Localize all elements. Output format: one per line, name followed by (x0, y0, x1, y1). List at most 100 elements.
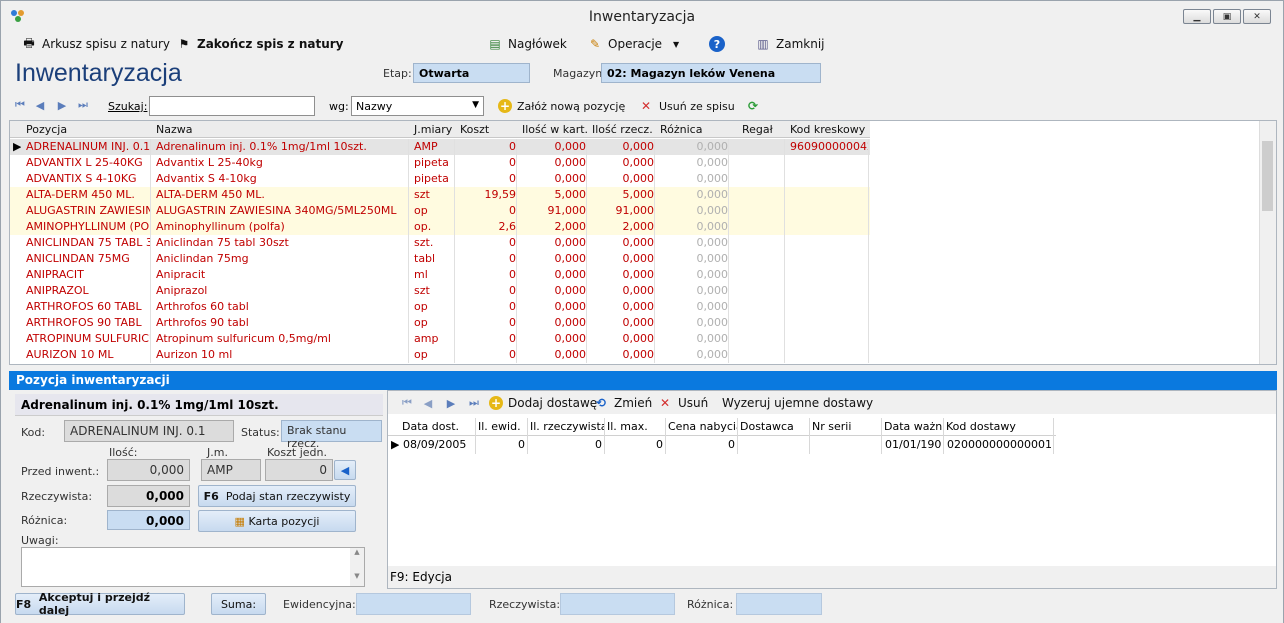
delivery-row[interactable]: ▶08/09/2005 0 0 0 0 01/01/1900 020000000000001 (388, 437, 1056, 453)
col-header-1[interactable]: Nazwa (156, 123, 192, 136)
maximize-button[interactable]: ▣ (1213, 9, 1241, 24)
delete-icon: ✕ (640, 99, 652, 113)
kod-label: Kod: (21, 426, 46, 439)
cell-separator (868, 171, 869, 187)
first-record-button[interactable]: ⏮ (13, 98, 27, 112)
cell-separator (150, 203, 151, 219)
usun-dostawe-button[interactable]: ✕ Usuń (657, 394, 708, 412)
rzecz-field[interactable]: 0,000 (107, 485, 190, 507)
grid-row[interactable]: ANICLINDAN 75 TABL 3 Aniclindan 75 tabl 3… (10, 235, 870, 251)
grid-cell: 0 (509, 332, 516, 345)
d-next-button[interactable]: ▶ (444, 396, 458, 410)
cell-separator (516, 283, 517, 299)
col-header-4[interactable]: Ilość w kart. (522, 123, 588, 136)
suma-button[interactable]: Suma: (211, 593, 266, 615)
cell-separator (408, 203, 409, 219)
cell-separator (586, 331, 587, 347)
col-header-3[interactable]: Koszt (460, 123, 489, 136)
next-icon: ▶ (446, 396, 456, 410)
d-col-header-5[interactable]: Dostawca (740, 420, 809, 433)
d-col-header-0[interactable]: Data dost. (402, 420, 475, 433)
col-header-2[interactable]: J.miary (414, 123, 452, 136)
dodaj-dostawe-button[interactable]: + Dodaj dostawę (489, 394, 597, 412)
koszt-arrow-button[interactable]: ◀ (334, 460, 356, 480)
przed-label: Przed inwent.: (21, 465, 100, 478)
cell-separator (408, 299, 409, 315)
grid-row[interactable]: ANIPRAZOL Aniprazol szt 0 0,000 0,000 0,000 (10, 283, 870, 299)
grid-row[interactable]: ANIPRACIT Anipracit ml 0 0,000 0,000 0,000 (10, 267, 870, 283)
grid-row[interactable]: ATROPINUM SULFURICUM Atropinum sulfuricum… (10, 331, 870, 347)
sort-by-select[interactable]: Nazwy ▼ (351, 96, 484, 116)
grid-row[interactable]: ALTA-DERM 450 ML. ALTA-DERM 450 ML. szt 19,… (10, 187, 870, 203)
cell-separator (516, 171, 517, 187)
grid-row[interactable]: ANICLINDAN 75MG Aniclindan 75mg tabl 0 0,000… (10, 251, 870, 267)
grid-row[interactable]: ARTHROFOS 90 TABL Arthrofos 90 tabl op 0 0,0… (10, 315, 870, 331)
zamknij-button[interactable]: ▥ Zamknij (755, 35, 824, 53)
cell-separator (150, 347, 151, 363)
grid-header: Pozycja Nazwa J.miary Koszt Ilość w kart. Ilo… (10, 121, 870, 138)
grid-row[interactable]: ADVANTIX S 4-10KG Advantix S 4-10kg pipeta… (10, 171, 870, 187)
grid-row[interactable]: AMINOPHYLLINUM (POLG Aminophyllinum (polf… (10, 219, 870, 235)
grid-row[interactable]: ARTHROFOS 60 TABL Arthrofos 60 tabl op 0 0,0… (10, 299, 870, 315)
grid-row[interactable]: ADVANTIX L 25-40KG Advantix L 25-40kg pipe… (10, 155, 870, 171)
cell-separator (516, 315, 517, 331)
close-button[interactable]: ✕ (1243, 9, 1271, 24)
f8-accept-button[interactable]: F8 Akceptuj i przejdź dalej (15, 591, 185, 617)
d-col-header-7[interactable]: Data ważn. (884, 420, 943, 433)
cell-separator (868, 347, 869, 363)
grid-cell: 0 (509, 316, 516, 329)
d-first-button[interactable]: ⏮ (400, 396, 414, 410)
grid-row[interactable]: AURIZON 10 ML Aurizon 10 ml op 0 0,000 0,000 0… (10, 347, 870, 363)
grid-row[interactable]: ▶ ADRENALINUM INJ. 0.1 Adrenalinum inj. 0.… (10, 139, 870, 155)
prev-record-button[interactable]: ◀ (33, 98, 47, 112)
edit-refresh-icon: ⟲ (595, 396, 607, 410)
status-label: Status: (241, 426, 280, 439)
uwagi-scrollbar[interactable]: ▲ ▼ (350, 548, 364, 586)
d-col-header-4[interactable]: Cena nabycia (668, 420, 737, 433)
grid-cell: 0,000 (696, 348, 729, 361)
grid-cell: 19,59 (484, 188, 517, 201)
scroll-thumb[interactable] (1262, 141, 1273, 211)
zakoncz-button[interactable]: ⚑ Zakończ spis z natury (176, 35, 344, 53)
minimize-button[interactable]: ▁ (1183, 9, 1211, 24)
cell-separator (654, 203, 655, 219)
help-button[interactable]: ? (709, 35, 725, 53)
col-header-6[interactable]: Różnica (660, 123, 702, 136)
karta-button[interactable]: ▦ Karta pozycji (198, 510, 356, 532)
grid-cell: 0,000 (622, 156, 655, 169)
grid-scrollbar[interactable] (1259, 121, 1276, 364)
cell-separator (150, 139, 151, 155)
d-col-header-1[interactable]: Il. ewid. (478, 420, 527, 433)
search-input[interactable] (149, 96, 315, 116)
grid-cell: ALUGASTRIN ZAWIESINA 340MG/5ML250ML (156, 204, 397, 217)
usun-button[interactable]: ✕ Usuń ze spisu (638, 97, 735, 115)
cell-separator (784, 219, 785, 235)
col-header-7[interactable]: Regał (742, 123, 773, 136)
col-header-0[interactable]: Pozycja (26, 123, 67, 136)
d-col-header-3[interactable]: Il. max. (607, 420, 665, 433)
refresh-button[interactable]: ⟳ (745, 97, 761, 115)
d-col-header-2[interactable]: Il. rzeczywista (530, 420, 604, 433)
next-record-button[interactable]: ▶ (55, 98, 69, 112)
zaloz-button[interactable]: + Załóż nową pozycję (498, 97, 625, 115)
arkusz-button[interactable]: 🖶 Arkusz spisu z natury (21, 35, 170, 53)
grid-cell: ADRENALINUM INJ. 0.1 (26, 140, 150, 153)
grid-row[interactable]: ALUGASTRIN ZAWIESINA ALUGASTRIN ZAWIESINA… (10, 203, 870, 219)
cell-separator (868, 251, 869, 267)
d-col-header-8[interactable]: Kod dostawy (946, 420, 1053, 433)
zmien-button[interactable]: ⟲ Zmień (593, 394, 652, 412)
d-col-header-6[interactable]: Nr serii (812, 420, 881, 433)
uwagi-textarea[interactable]: ▲ ▼ (21, 547, 365, 587)
f6-button[interactable]: F6 Podaj stan rzeczywisty (198, 485, 356, 507)
karta-label: Karta pozycji (248, 514, 320, 528)
col-header-8[interactable]: Kod kreskowy (790, 123, 865, 136)
navigation-row: ⏮ ◀ ▶ ⏭ Szukaj: wg: Nazwy ▼ + Załóż nową… (1, 95, 1283, 119)
col-header-5[interactable]: Ilość rzecz. (592, 123, 653, 136)
wyzeruj-button[interactable]: Wyzeruj ujemne dostawy (722, 394, 873, 412)
d-prev-button[interactable]: ◀ (421, 396, 435, 410)
operacje-button[interactable]: ✎ Operacje ▼ (587, 35, 679, 53)
cell-separator (454, 235, 455, 251)
d-last-button[interactable]: ⏭ (467, 396, 481, 410)
naglowek-button[interactable]: ▤ Nagłówek (487, 35, 567, 53)
last-record-button[interactable]: ⏭ (76, 98, 90, 112)
